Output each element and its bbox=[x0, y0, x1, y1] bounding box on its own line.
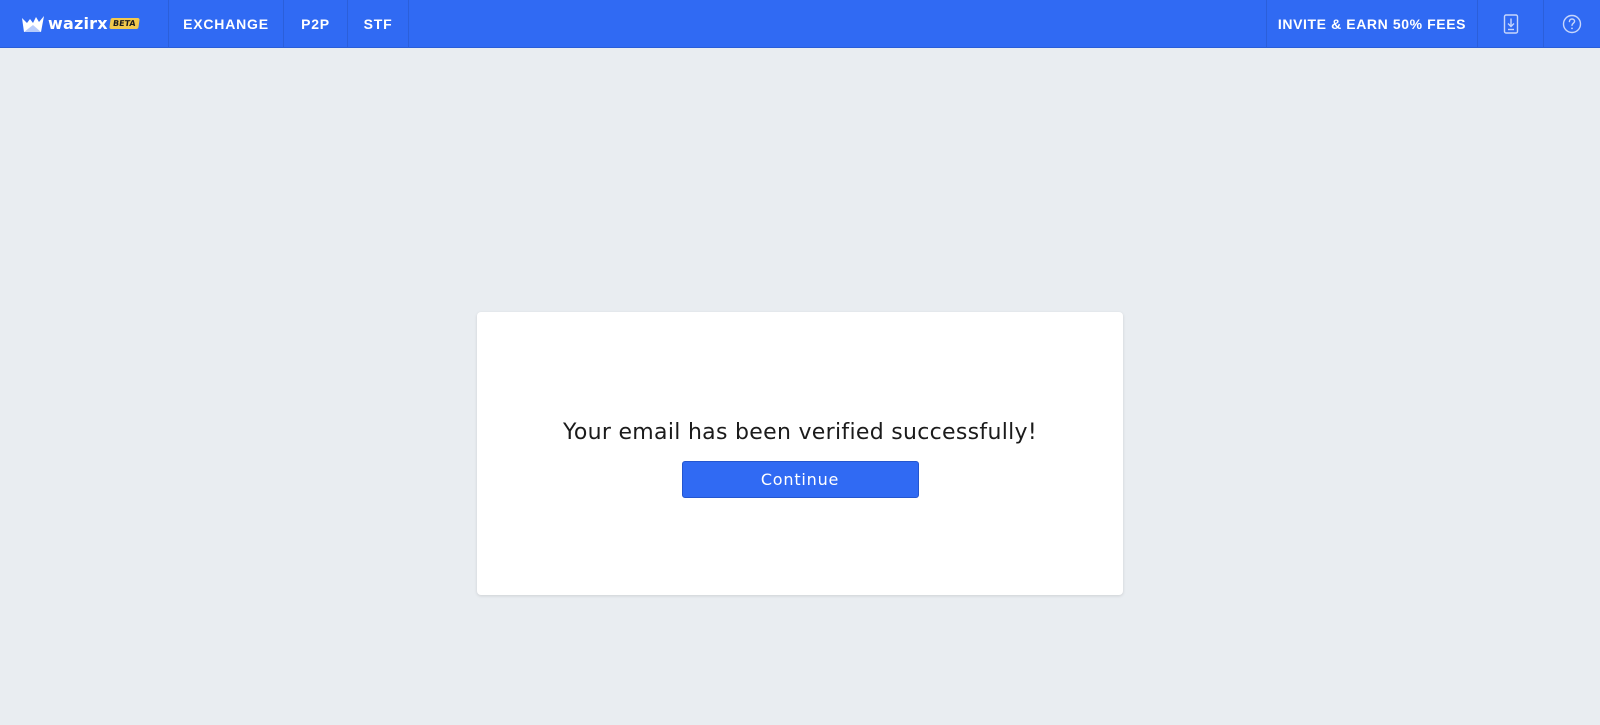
help-button[interactable] bbox=[1543, 0, 1600, 47]
beta-badge: BETA bbox=[109, 18, 140, 29]
nav-exchange[interactable]: EXCHANGE bbox=[169, 0, 284, 47]
invite-earn-link[interactable]: INVITE & EARN 50% FEES bbox=[1266, 0, 1477, 47]
download-app-icon bbox=[1503, 13, 1518, 34]
navbar-spacer bbox=[409, 0, 1266, 47]
verification-message: Your email has been verified successfull… bbox=[563, 419, 1037, 445]
wazirx-logo-icon bbox=[22, 15, 44, 32]
verification-card: Your email has been verified successfull… bbox=[477, 312, 1123, 595]
download-app-button[interactable] bbox=[1477, 0, 1543, 47]
nav-p2p[interactable]: P2P bbox=[284, 0, 348, 47]
brand-logo[interactable]: wazirx BETA bbox=[0, 0, 169, 47]
top-navbar: wazirx BETA EXCHANGE P2P STF INVITE & EA… bbox=[0, 0, 1600, 48]
help-icon bbox=[1562, 14, 1582, 33]
brand-name: wazirx bbox=[48, 14, 108, 33]
continue-button[interactable]: Continue bbox=[681, 460, 919, 498]
nav-stf[interactable]: STF bbox=[348, 0, 409, 47]
